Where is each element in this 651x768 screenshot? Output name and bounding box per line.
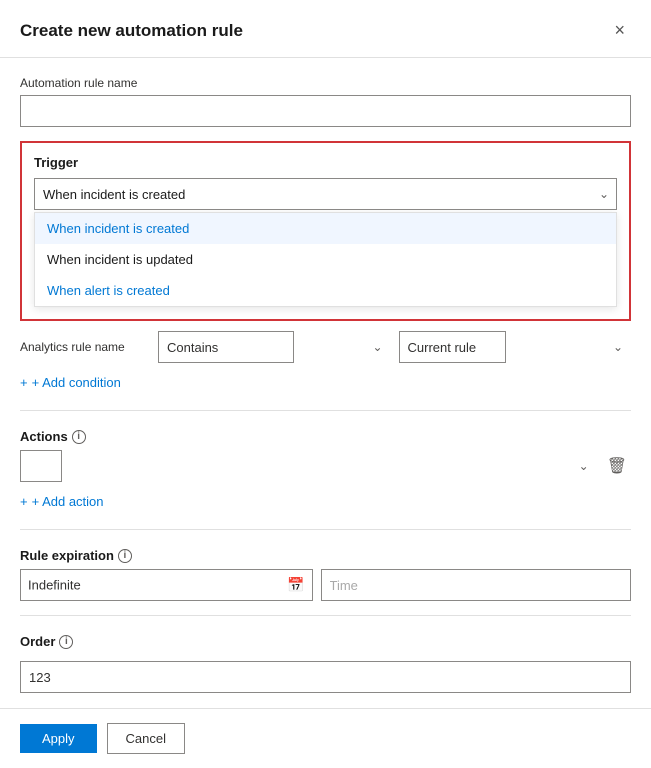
create-automation-rule-dialog: Create new automation rule × Automation … bbox=[0, 0, 651, 768]
time-input[interactable] bbox=[321, 569, 632, 601]
section-separator-2 bbox=[20, 529, 631, 530]
trigger-section: Trigger When incident is created When in… bbox=[20, 141, 631, 321]
order-label-row: Order i bbox=[20, 634, 631, 649]
analytics-rule-name-label: Analytics rule name bbox=[20, 340, 150, 354]
automation-rule-name-label: Automation rule name bbox=[20, 76, 631, 90]
order-label-text: Order bbox=[20, 634, 55, 649]
trigger-dropdown-list: When incident is created When incident i… bbox=[34, 212, 617, 307]
automation-rule-name-input[interactable] bbox=[20, 95, 631, 127]
section-separator-3 bbox=[20, 615, 631, 616]
action-select-wrapper: ⌄ bbox=[20, 450, 597, 482]
dialog-footer: Apply Cancel bbox=[0, 708, 651, 768]
operator-chevron-icon: ⌄ bbox=[372, 340, 382, 354]
action-chevron-icon: ⌄ bbox=[579, 459, 589, 473]
order-info-icon[interactable]: i bbox=[59, 635, 73, 649]
trigger-select-wrapper: When incident is created When incident i… bbox=[34, 178, 617, 210]
value-select[interactable]: Current rule bbox=[399, 331, 506, 363]
actions-label-row: Actions i bbox=[20, 429, 631, 444]
rule-expiration-row: 📅 Indefinite Time bbox=[20, 569, 631, 601]
date-input[interactable] bbox=[20, 569, 313, 601]
cancel-button[interactable]: Cancel bbox=[107, 723, 185, 754]
add-condition-button[interactable]: + + Add condition bbox=[20, 369, 121, 396]
actions-section: Actions i ⌄ 🗑 + + Add action bbox=[20, 429, 631, 515]
close-button[interactable]: × bbox=[608, 18, 631, 43]
action-select[interactable] bbox=[20, 450, 62, 482]
dropdown-item-2[interactable]: When incident is updated bbox=[35, 244, 616, 275]
add-action-plus-icon: + bbox=[20, 494, 28, 509]
apply-button[interactable]: Apply bbox=[20, 724, 97, 753]
value-chevron-icon: ⌄ bbox=[613, 340, 623, 354]
order-input[interactable] bbox=[20, 661, 631, 693]
dialog-header: Create new automation rule × bbox=[0, 0, 651, 58]
rule-expiration-label-row: Rule expiration i bbox=[20, 548, 631, 563]
section-separator-1 bbox=[20, 410, 631, 411]
dropdown-item-1[interactable]: When incident is created bbox=[35, 213, 616, 244]
add-action-label: + Add action bbox=[32, 494, 104, 509]
conditions-section: Analytics rule name Contains Does not co… bbox=[20, 331, 631, 396]
action-row: ⌄ 🗑 bbox=[20, 450, 631, 482]
rule-expiration-label-text: Rule expiration bbox=[20, 548, 114, 563]
order-section: Order i bbox=[20, 634, 631, 693]
actions-info-icon[interactable]: i bbox=[72, 430, 86, 444]
analytics-rule-condition-row: Analytics rule name Contains Does not co… bbox=[20, 331, 631, 363]
value-select-wrapper: Current rule ⌄ bbox=[399, 331, 632, 363]
dialog-body: Automation rule name Trigger When incide… bbox=[0, 58, 651, 708]
trigger-select[interactable]: When incident is created When incident i… bbox=[34, 178, 617, 210]
operator-select-wrapper: Contains Does not contain Equals ⌄ bbox=[158, 331, 391, 363]
operator-select[interactable]: Contains Does not contain Equals bbox=[158, 331, 294, 363]
trigger-label: Trigger bbox=[34, 155, 617, 170]
rule-expiration-info-icon[interactable]: i bbox=[118, 549, 132, 563]
trash-icon: 🗑 bbox=[607, 456, 627, 476]
dialog-title: Create new automation rule bbox=[20, 21, 243, 41]
add-condition-label: + Add condition bbox=[32, 375, 121, 390]
add-condition-plus-icon: + bbox=[20, 375, 28, 390]
date-input-wrapper: 📅 Indefinite bbox=[20, 569, 313, 601]
dropdown-item-3[interactable]: When alert is created bbox=[35, 275, 616, 306]
add-action-button[interactable]: + + Add action bbox=[20, 488, 104, 515]
delete-action-button[interactable]: 🗑 bbox=[603, 452, 631, 480]
rule-expiration-section: Rule expiration i 📅 Indefinite Time bbox=[20, 548, 631, 601]
actions-label-text: Actions bbox=[20, 429, 68, 444]
automation-rule-name-section: Automation rule name bbox=[20, 76, 631, 127]
